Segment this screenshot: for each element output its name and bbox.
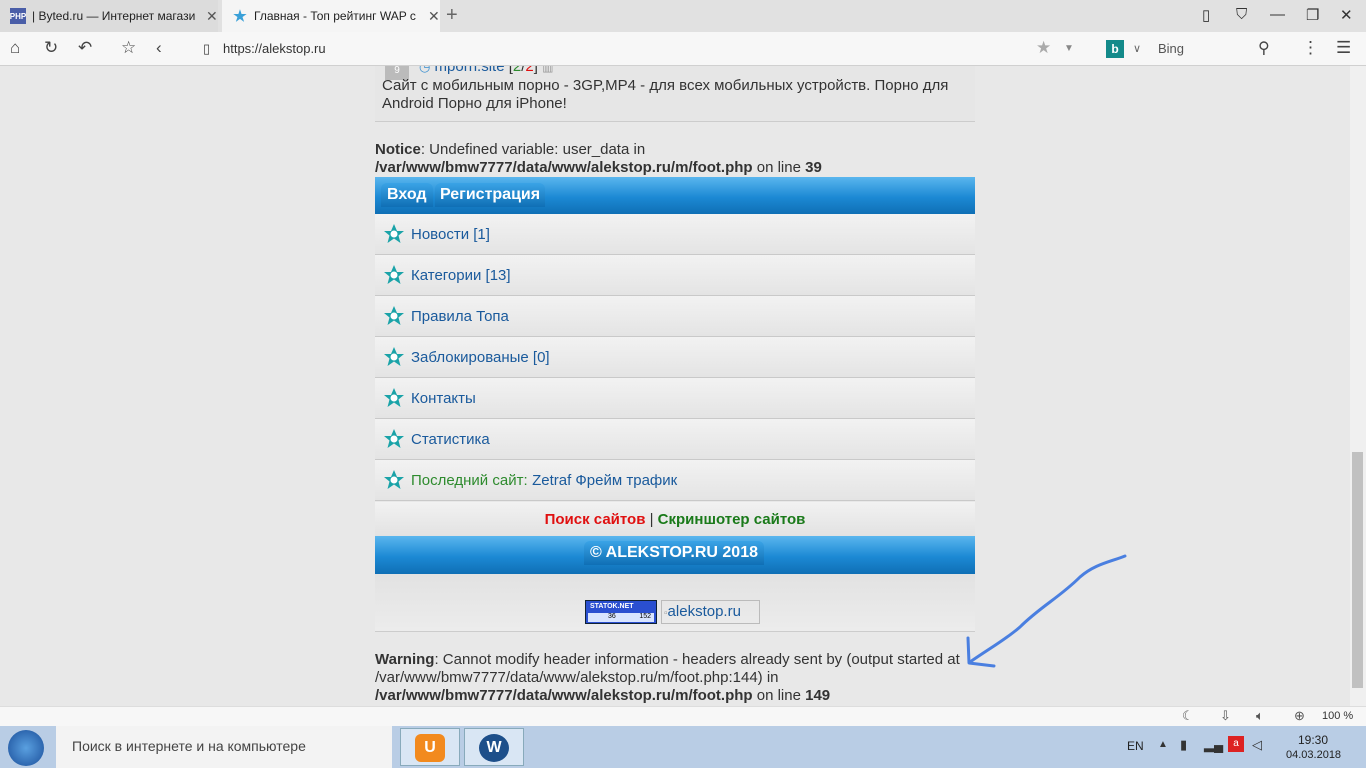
screenshoter-link[interactable]: Скриншотер сайтов [658, 511, 806, 528]
annotation-arrow [966, 554, 1127, 668]
links-row: Поиск сайтов | Скриншотер сайтов [375, 502, 975, 537]
search-input[interactable]: Bing [1158, 41, 1184, 56]
menu-item-rules[interactable]: Правила Топа [375, 296, 975, 337]
tab-bar: PHP | Byted.ru — Интернет магази ✕ ★ Гла… [0, 0, 1366, 32]
battery-icon[interactable]: ▮ [1180, 737, 1187, 753]
star-icon [383, 305, 405, 327]
search-icon[interactable]: ⚲ [1258, 38, 1270, 58]
register-link[interactable]: Регистрация [435, 183, 546, 207]
star-icon [383, 428, 405, 450]
download-icon[interactable]: ⇩ [1220, 708, 1231, 724]
top-list-item: 9 ◷ mporn.site [2/2] ▥ Сайт с мобильным … [375, 66, 975, 122]
scrollbar-thumb[interactable] [1352, 452, 1363, 688]
last-site-link[interactable]: Zetraf Фрейм трафик [532, 472, 677, 489]
copyright: © ALEKSTOP.RU 2018 [584, 541, 764, 565]
language-indicator[interactable]: EN [1127, 739, 1144, 753]
php-warning: Warning: Cannot modify header informatio… [375, 651, 960, 704]
home-icon[interactable]: ⌂ [10, 38, 20, 58]
stats-icon[interactable]: ▥ [542, 66, 553, 74]
site-link[interactable]: ◷ mporn.site [2/2] ▥ [419, 66, 553, 75]
page-icon: ▯ [203, 41, 211, 56]
windows-start-icon[interactable] [8, 730, 44, 766]
tab-byted[interactable]: PHP | Byted.ru — Интернет магази ✕ [0, 0, 218, 32]
browser-w-button[interactable]: W [464, 728, 524, 766]
moon-icon[interactable]: ☾ [1182, 708, 1194, 724]
bookmark-star-icon[interactable]: ★ [1036, 38, 1051, 58]
menu-icon[interactable]: ☰ [1336, 38, 1351, 58]
tray-chevron-icon[interactable]: ▲ [1158, 739, 1168, 750]
maximize-icon[interactable]: ❐ [1306, 6, 1319, 24]
site-name: mporn.site [434, 66, 505, 75]
close-icon[interactable]: ✕ [428, 8, 440, 25]
shield-icon[interactable]: ⛉ [1236, 6, 1247, 23]
search-placeholder: Поиск в интернете и на компьютере [72, 738, 306, 754]
statok-counter[interactable]: STATOK.NET 36 152 [585, 600, 657, 624]
minimize-icon[interactable]: — [1270, 6, 1285, 23]
undo-icon[interactable]: ↶ [78, 38, 92, 58]
tab-label: | Byted.ru — Интернет магази [32, 9, 196, 23]
tab-label: Главная - Топ рейтинг WAP с [254, 9, 416, 23]
php-icon: PHP [10, 8, 26, 24]
volume-icon[interactable]: ◁ [1252, 737, 1262, 753]
last-site-label: Последний сайт: [411, 471, 528, 489]
globe-icon: ◷ [419, 66, 431, 74]
stat-in: 2 [512, 66, 522, 75]
zoom-icon[interactable]: ⊕ [1294, 708, 1305, 724]
new-tab-icon[interactable]: + [446, 4, 458, 27]
uc-browser-icon: U [415, 734, 445, 762]
taskbar-search[interactable]: Поиск в интернете и на компьютере [56, 726, 392, 768]
reload-icon[interactable]: ↻ [44, 38, 58, 58]
clock-time[interactable]: 19:30 [1298, 733, 1328, 747]
panel-icon[interactable]: ▯ [1202, 6, 1210, 24]
star-icon [383, 264, 405, 286]
search-sites-link[interactable]: Поиск сайтов [545, 511, 646, 528]
tab-alekstop[interactable]: ★ Главная - Топ рейтинг WAP с ✕ [222, 0, 440, 32]
chevron-down-icon[interactable]: ▼ [1064, 43, 1074, 54]
counters-row: STATOK.NET 36 152 ▫alekstop.ru [375, 574, 975, 632]
menu-item-news[interactable]: Новости [1] [375, 214, 975, 255]
star-icon: ★ [233, 8, 247, 25]
more-icon[interactable]: ⋮ [1302, 38, 1319, 58]
zoom-level[interactable]: 100 % [1322, 710, 1353, 722]
star-icon [383, 223, 405, 245]
antivirus-icon[interactable]: a [1228, 736, 1244, 752]
favorite-icon[interactable]: ☆ [121, 38, 136, 58]
w-browser-icon: W [479, 734, 509, 762]
menu-item-statistics[interactable]: Статистика [375, 419, 975, 460]
uc-browser-button[interactable]: U [400, 728, 460, 766]
login-link[interactable]: Вход [381, 183, 433, 207]
clock-date[interactable]: 04.03.2018 [1286, 749, 1341, 761]
back-icon[interactable]: ‹ [156, 38, 162, 58]
star-icon [383, 469, 405, 491]
menu-item-categories[interactable]: Категории [13] [375, 255, 975, 296]
menu-item-contacts[interactable]: Контакты [375, 378, 975, 419]
menu-item-last-site: Последний сайт: Zetraf Фрейм трафик [375, 460, 975, 501]
star-icon [383, 387, 405, 409]
url-field[interactable]: https://alekstop.ru [223, 41, 326, 56]
taskbar: Поиск в интернете и на компьютере U W EN… [0, 726, 1366, 768]
stat-out: 2 [525, 66, 534, 75]
footer-bar: © ALEKSTOP.RU 2018 [375, 536, 975, 574]
web-page: 9 ◷ mporn.site [2/2] ▥ Сайт с мобильным … [0, 66, 1350, 706]
status-bar: ☾ ⇩ 🔈︎ ⊕ 100 % [0, 706, 1366, 726]
bing-icon[interactable]: b [1106, 40, 1124, 58]
chevron-down-icon[interactable]: ∨ [1133, 42, 1141, 55]
site-description: Сайт с мобильным порно - 3GP,MP4 - для в… [382, 77, 949, 112]
alekstop-counter[interactable]: ▫alekstop.ru [661, 600, 760, 624]
menu-item-blocked[interactable]: Заблокированые [0] [375, 337, 975, 378]
signal-icon[interactable]: ▂▄ [1204, 737, 1223, 753]
star-icon [383, 346, 405, 368]
address-bar: ⌂ ↻ ↶ ☆ ‹ ▯ https://alekstop.ru ★ ▼ b ∨ … [0, 32, 1366, 66]
close-window-icon[interactable]: ✕ [1340, 6, 1353, 24]
speaker-icon[interactable]: 🔈︎ [1256, 708, 1264, 724]
auth-bar: Вход Регистрация [375, 177, 975, 214]
close-icon[interactable]: ✕ [206, 8, 218, 25]
php-notice: Notice: Undefined variable: user_data in… [375, 141, 822, 176]
